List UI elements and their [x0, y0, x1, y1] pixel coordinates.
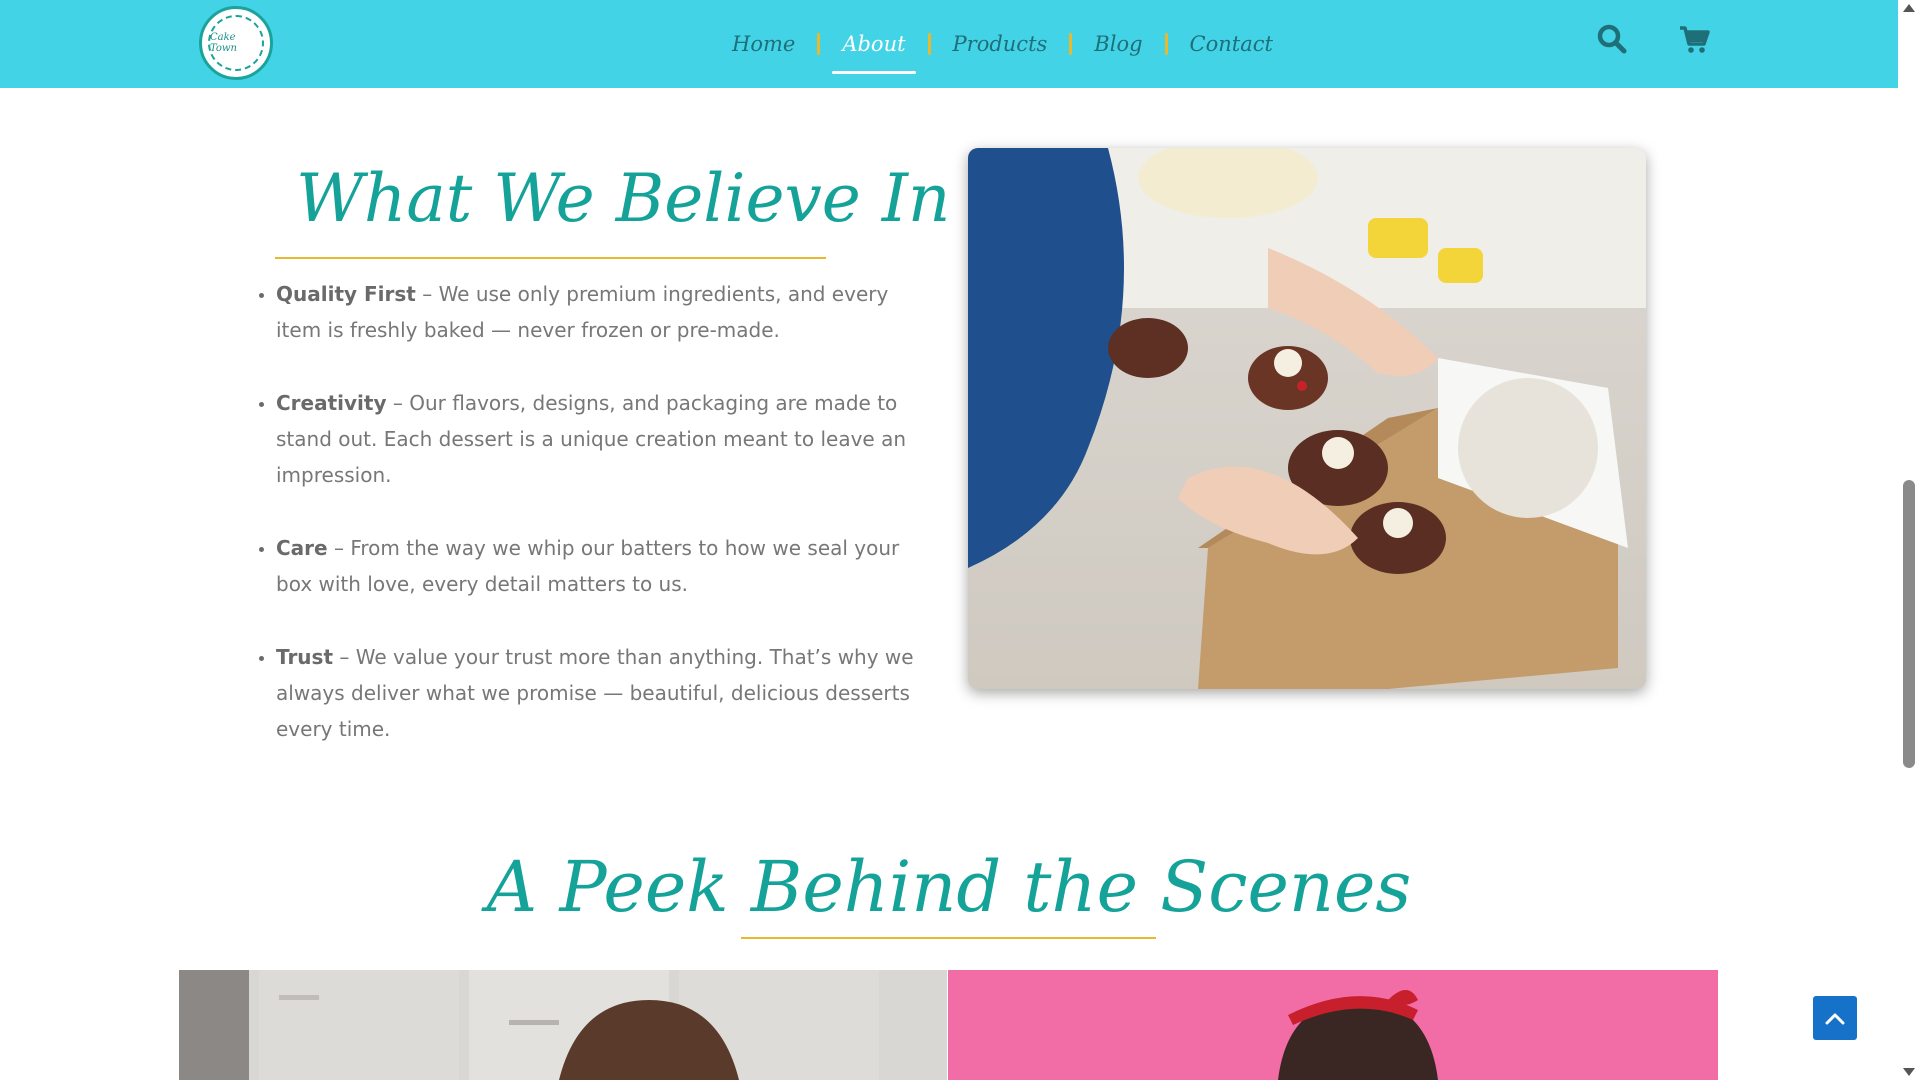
muffin-box-photo [968, 148, 1646, 689]
site-logo[interactable]: Cake Town [199, 6, 273, 80]
scroll-up-arrow-icon[interactable] [1903, 4, 1915, 12]
heading-underline [275, 257, 826, 259]
search-icon[interactable] [1595, 22, 1629, 56]
cart-icon[interactable] [1677, 22, 1711, 56]
site-header: Cake Town Home About Products Blog Conta… [0, 0, 1898, 88]
scroll-thumb[interactable] [1903, 480, 1915, 768]
nav-label: Contact [1189, 32, 1273, 56]
scroll-down-arrow-icon[interactable] [1903, 1068, 1915, 1076]
nav-item-home[interactable]: Home [710, 0, 817, 88]
baker-portrait-photo [948, 970, 1718, 1080]
back-to-top-button[interactable] [1813, 996, 1857, 1040]
nav-item-about[interactable]: About [820, 0, 927, 88]
heading-underline [741, 937, 1156, 939]
logo-emblem: Cake Town [208, 15, 264, 71]
belief-text: – From the way we whip our batters to ho… [276, 536, 900, 596]
nav-label: About [842, 32, 906, 56]
list-item: Quality First – We use only premium ingr… [276, 276, 926, 348]
list-item: Care – From the way we whip our batters … [276, 530, 926, 602]
scrollbar[interactable] [1898, 0, 1920, 1080]
list-item: Trust – We value your trust more than an… [276, 639, 926, 747]
believe-heading: What We Believe In [296, 160, 951, 237]
beliefs-list: Quality First – We use only premium ingr… [250, 276, 926, 784]
belief-heading: Care [276, 536, 328, 560]
nav-item-blog[interactable]: Blog [1072, 0, 1164, 88]
nav-label: Home [732, 32, 796, 56]
belief-text: – We value your trust more than anything… [276, 645, 914, 741]
belief-heading: Quality First [276, 282, 416, 306]
nav-label: Products [952, 32, 1048, 56]
belief-heading: Creativity [276, 391, 387, 415]
peek-heading: A Peek Behind the Scenes [486, 846, 1412, 928]
nav-item-contact[interactable]: Contact [1168, 0, 1295, 88]
list-item: Creativity – Our flavors, designs, and p… [276, 385, 926, 493]
logo-text: Cake Town [210, 32, 237, 54]
nav-item-products[interactable]: Products [931, 0, 1070, 88]
nav-label: Blog [1094, 32, 1143, 56]
belief-heading: Trust [276, 645, 334, 669]
baker-kitchen-photo [179, 970, 947, 1080]
main-nav: Home About Products Blog Contact [710, 0, 1295, 88]
chevron-up-icon [1825, 1013, 1845, 1025]
